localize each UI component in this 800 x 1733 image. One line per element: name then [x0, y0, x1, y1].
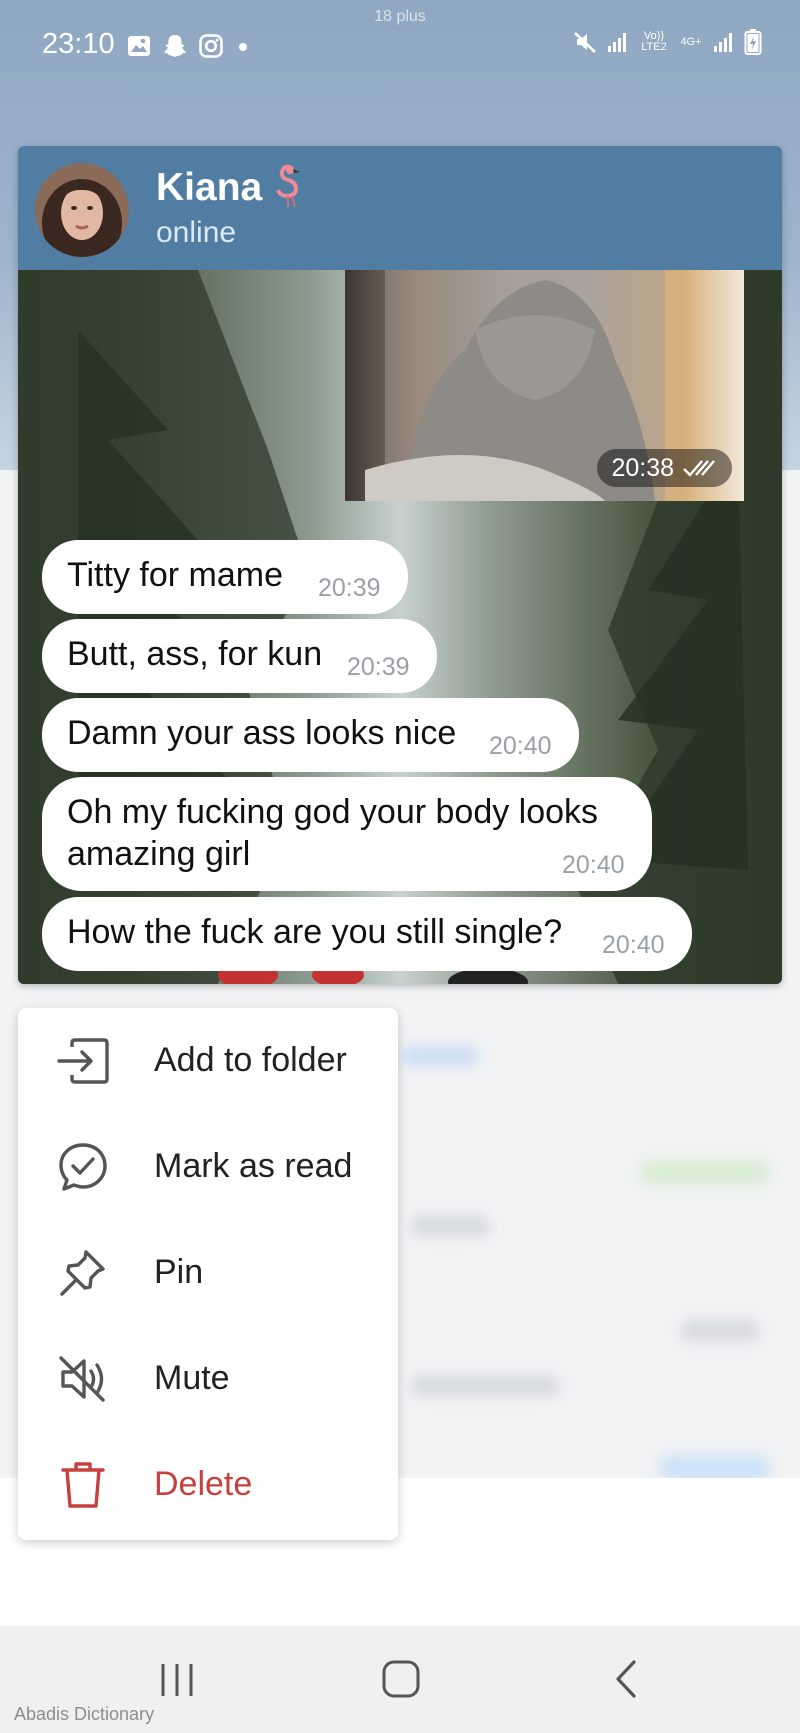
background-blur-shape — [680, 1320, 760, 1342]
message-bubble[interactable]: How the fuck are you still single? 20:40 — [42, 897, 692, 971]
signal-icon-2 — [714, 33, 732, 52]
status-time: 23:10 — [42, 28, 115, 60]
message-bubble[interactable]: Titty for mame 20:39 — [42, 540, 408, 614]
message-bubble[interactable]: Oh my fucking god your body looks amazin… — [42, 777, 652, 891]
message-bubble[interactable]: Damn your ass looks nice 20:40 — [42, 698, 579, 772]
message-time: 20:39 — [347, 653, 410, 681]
trash-icon — [61, 1462, 105, 1508]
double-check-icon — [683, 460, 715, 477]
mute-icon — [59, 1356, 105, 1402]
message-time: 20:40 — [562, 851, 625, 879]
menu-item-label: Pin — [154, 1253, 204, 1291]
contact-name: Kiana — [156, 166, 263, 209]
message-time: 20:40 — [489, 732, 552, 760]
mute-status-icon — [574, 32, 596, 53]
snapchat-icon — [164, 35, 186, 57]
back-icon[interactable] — [604, 1656, 650, 1702]
menu-item-label: Mute — [154, 1359, 230, 1397]
context-menu: Add to folder Mark as read Pin Mute Dele… — [18, 1008, 398, 1540]
pin-icon — [60, 1250, 105, 1296]
chat-header: Kiana online — [18, 146, 782, 270]
gallery-icon — [128, 36, 150, 56]
background-blur-shape — [400, 1045, 480, 1067]
message-text: Butt, ass, for kun — [67, 635, 323, 673]
system-status-icons: Vo)) LTE2 4G+ — [572, 28, 762, 56]
message-bubble[interactable]: Butt, ass, for kun 20:39 — [42, 619, 437, 693]
dot-icon — [239, 43, 247, 51]
chat-background: 20:38 Titty for mame 20:39 Butt, ass, fo… — [18, 270, 782, 984]
recent-apps-icon[interactable] — [155, 1656, 201, 1702]
message-text-line: Oh my fucking god your body looks — [67, 793, 599, 831]
message-text-line: amazing girl — [67, 835, 251, 873]
instagram-icon — [199, 34, 223, 58]
message-time: 20:40 — [602, 931, 665, 959]
top-note: 18 plus — [374, 8, 426, 25]
menu-item-pin[interactable]: Pin — [18, 1220, 398, 1326]
volte-label: Vo)) LTE2 — [641, 30, 667, 53]
menu-item-mark-as-read[interactable]: Mark as read — [18, 1114, 398, 1220]
photo-message-time: 20:38 — [597, 449, 732, 487]
footer-note: Abadis Dictionary — [14, 1704, 155, 1724]
battery-icon — [744, 29, 762, 55]
photo-time-text: 20:38 — [611, 453, 674, 482]
flamingo-icon — [276, 164, 300, 208]
notification-icons — [126, 32, 253, 60]
background-blur-shape — [640, 1160, 770, 1186]
background-blur-shape — [410, 1215, 490, 1237]
menu-item-label: Mark as read — [154, 1147, 353, 1185]
contact-status: online — [156, 216, 237, 249]
background-blur-shape — [410, 1375, 560, 1397]
menu-item-label: Add to folder — [154, 1041, 347, 1079]
message-text: How the fuck are you still single? — [67, 913, 563, 951]
chat-preview[interactable]: Kiana online 20:38 Titty for mame 20:39 … — [18, 146, 782, 984]
avatar[interactable] — [35, 163, 129, 257]
network-type-label: 4G+ — [680, 35, 702, 48]
signal-icon — [608, 33, 626, 52]
folder-move-icon — [57, 1038, 109, 1084]
photo-message[interactable]: 20:38 — [345, 270, 744, 501]
message-time: 20:39 — [318, 574, 381, 602]
chat-check-icon — [59, 1143, 107, 1191]
menu-item-mute[interactable]: Mute — [18, 1326, 398, 1432]
menu-item-delete[interactable]: Delete — [18, 1432, 398, 1538]
status-bar: 18 plus 23:10 Vo)) LTE2 4G+ — [0, 0, 800, 95]
menu-item-label: Delete — [154, 1465, 253, 1503]
message-text: Titty for mame — [67, 556, 283, 594]
home-icon[interactable] — [378, 1656, 424, 1702]
message-text: Damn your ass looks nice — [67, 714, 457, 752]
menu-item-add-to-folder[interactable]: Add to folder — [18, 1008, 398, 1114]
